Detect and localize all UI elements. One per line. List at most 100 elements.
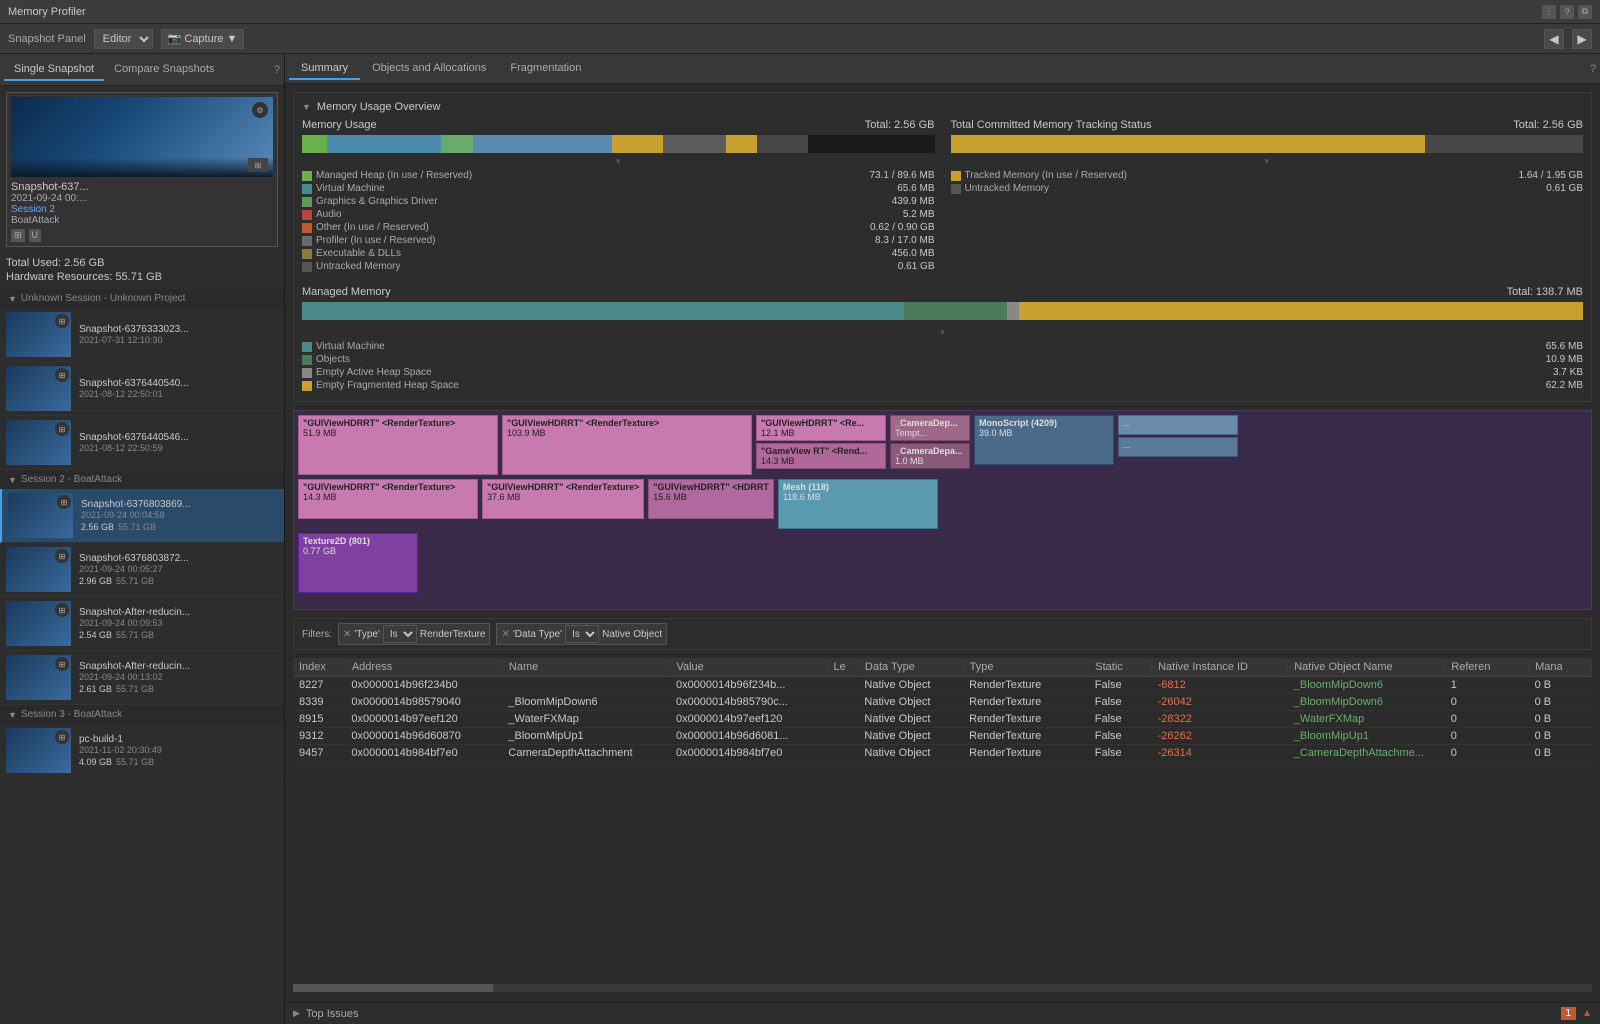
snapshot-date: 2021-09-24 00:09:53: [79, 618, 278, 628]
frag-block[interactable]: "GUIViewHDRRT" <Re... 12.1 MB: [756, 415, 886, 441]
featured-snapshot[interactable]: ⚙ ⊞ Snapshot-637... 2021-09-24 00:... Se…: [6, 92, 278, 247]
horizontal-scrollbar[interactable]: [293, 984, 1592, 992]
col-header-ref[interactable]: Referen: [1445, 658, 1529, 677]
list-item[interactable]: ⊞ Snapshot-6376803872... 2021-09-24 00:0…: [0, 543, 284, 597]
frag-label: "GUIViewHDRRT" <RenderTexture>: [507, 418, 747, 428]
filter-operator-2[interactable]: Is: [565, 625, 599, 643]
legend-value: 0.62 / 0.90 GB: [870, 222, 935, 233]
scrollbar-thumb[interactable]: [293, 984, 493, 992]
table-row[interactable]: 8227 0x0000014b96f234b0 0x0000014b96f234…: [293, 677, 1592, 694]
table-row[interactable]: 8339 0x0000014b98579040 _BloomMipDown6 0…: [293, 694, 1592, 711]
cell-nativeid[interactable]: -28322: [1152, 711, 1288, 728]
list-item[interactable]: ⊞ pc-build-1 2021-11-02 20:30:49 4.09 GB…: [0, 724, 284, 778]
frag-block[interactable]: "GUIViewHDRRT" <RenderTexture> 37.6 MB: [482, 479, 644, 519]
frag-mesh-block[interactable]: Mesh (118) 118.6 MB: [778, 479, 938, 529]
frag-texture-block[interactable]: Texture2D (801) 0.77 GB: [298, 533, 418, 593]
frag-block[interactable]: "GUIViewHDRRT" <RenderTexture> 51.9 MB: [298, 415, 498, 475]
top-issues-expand-icon[interactable]: ▶: [293, 1008, 300, 1019]
used-size: 4.09 GB: [79, 757, 112, 767]
settings-icon[interactable]: ⋮: [1542, 5, 1556, 19]
tab-objects-allocations[interactable]: Objects and Allocations: [360, 58, 498, 80]
col-header-le[interactable]: Le: [827, 658, 858, 677]
list-item[interactable]: ⊞ Snapshot-6376803869... 2021-09-24 00:0…: [0, 489, 284, 543]
frag-block[interactable]: _CameraDep... Tempt...: [890, 415, 970, 441]
frag-mono-block[interactable]: MonoScript (4209) 39.0 MB: [974, 415, 1114, 465]
table-row[interactable]: 9312 0x0000014b96d60870 _BloomMipUp1 0x0…: [293, 728, 1592, 745]
snapshot-date: 2021-07-31 12:10:30: [79, 335, 278, 345]
col-header-datatype[interactable]: Data Type: [858, 658, 963, 677]
overview-title: Memory Usage Overview: [317, 101, 440, 113]
filter-remove-2[interactable]: ✕: [501, 629, 509, 640]
col-header-nativeid[interactable]: Native Instance ID: [1152, 658, 1288, 677]
filter-operator-1[interactable]: Is: [383, 625, 417, 643]
session-header-unknown[interactable]: ▼ Unknown Session - Unknown Project: [0, 289, 284, 308]
cell-mana: 0 B: [1529, 694, 1592, 711]
window-controls: ⋮ ? ⧉: [1542, 5, 1592, 19]
frag-block[interactable]: ...: [1118, 415, 1238, 435]
tab-summary[interactable]: Summary: [289, 58, 360, 80]
cell-mana: 0 B: [1529, 677, 1592, 694]
snapshot-thumb: ⊞: [6, 547, 71, 592]
cell-nativeid[interactable]: -26314: [1152, 745, 1288, 762]
frag-size: 1.0 MB: [895, 456, 965, 466]
tab-single-snapshot[interactable]: Single Snapshot: [4, 59, 104, 81]
frag-block[interactable]: _CameraDepa... 1.0 MB: [890, 443, 970, 469]
snapshot-thumb: ⊞: [6, 420, 71, 465]
frag-label: _CameraDepa...: [895, 446, 965, 456]
session-header-3[interactable]: ▼ Session 3 - BoatAttack: [0, 705, 284, 724]
overview-header: ▼ Memory Usage Overview: [302, 101, 1583, 113]
legend-empty-frag: Empty Fragmented Heap Space 62.2 MB: [302, 380, 1583, 391]
tab-compare-snapshots[interactable]: Compare Snapshots: [104, 59, 224, 81]
list-item[interactable]: ⊞ Snapshot-After-reducin... 2021-09-24 0…: [0, 597, 284, 651]
frag-block[interactable]: "GUIViewHDRRT" <RenderTexture> 14.3 MB: [298, 479, 478, 519]
untracked-committed-bar: [1425, 135, 1583, 153]
os-icon: ⊞: [55, 368, 69, 382]
nav-back-button[interactable]: ◀: [1544, 29, 1564, 49]
content-help-icon[interactable]: ?: [1590, 63, 1596, 75]
frag-block[interactable]: "GUIViewHDRRT" <RenderTexture> 103.9 MB: [502, 415, 752, 475]
left-panel: Single Snapshot Compare Snapshots ? ⚙ ⊞ …: [0, 54, 285, 1024]
col-header-mana[interactable]: Mana: [1529, 658, 1592, 677]
popout-icon[interactable]: ⧉: [1578, 5, 1592, 19]
memory-usage-header: Memory Usage Total: 2.56 GB: [302, 119, 935, 131]
cell-nativeid[interactable]: -26042: [1152, 694, 1288, 711]
table-row[interactable]: 8915 0x0000014b97eef120 _WaterFXMap 0x00…: [293, 711, 1592, 728]
hw-size: 55.71 GB: [116, 757, 154, 767]
list-item[interactable]: ⊞ Snapshot-After-reducin... 2021-09-24 0…: [0, 651, 284, 705]
frag-block[interactable]: "GameView RT" <Rend... 14.3 MB: [756, 443, 886, 469]
cell-address: 0x0000014b96d60870: [345, 728, 502, 745]
editor-select[interactable]: Editor: [94, 29, 153, 49]
snapshot-name: Snapshot-After-reducin...: [79, 607, 278, 618]
empty-active-bar: [1007, 302, 1020, 320]
scroll-indicator: ▼: [302, 157, 935, 166]
col-header-name[interactable]: Name: [502, 658, 670, 677]
managed-memory-title: Managed Memory: [302, 286, 391, 298]
filter-remove-1[interactable]: ✕: [343, 629, 351, 640]
frag-block[interactable]: ...: [1118, 437, 1238, 457]
list-item[interactable]: ⊞ Snapshot-6376440540... 2021-08-12 22:5…: [0, 362, 284, 416]
col-header-nativename[interactable]: Native Object Name: [1288, 658, 1445, 677]
col-header-type[interactable]: Type: [963, 658, 1089, 677]
left-panel-help-icon[interactable]: ?: [274, 64, 280, 76]
cell-ref: 0: [1445, 694, 1529, 711]
section-collapse-icon[interactable]: ▼: [302, 102, 311, 112]
list-item[interactable]: ⊞ Snapshot-6376440546... 2021-08-12 22:5…: [0, 416, 284, 470]
cell-nativeid[interactable]: -26262: [1152, 728, 1288, 745]
nav-forward-button[interactable]: ▶: [1572, 29, 1592, 49]
table-row[interactable]: 9457 0x0000014b984bf7e0 CameraDepthAttac…: [293, 745, 1592, 762]
snapshot-date: 2021-09-24 00:05:27: [79, 564, 278, 574]
col-header-address[interactable]: Address: [345, 658, 502, 677]
frag-block[interactable]: "GUIViewHDRRT" <HDRRT 15.6 MB: [648, 479, 774, 519]
capture-button[interactable]: 📷 Capture ▼: [161, 29, 245, 49]
tab-fragmentation[interactable]: Fragmentation: [498, 58, 593, 80]
legend-value: 62.2 MB: [1546, 380, 1583, 391]
col-header-value[interactable]: Value: [670, 658, 827, 677]
col-header-index[interactable]: Index: [293, 658, 345, 677]
cell-mana: 0 B: [1529, 745, 1592, 762]
help-icon[interactable]: ?: [1560, 5, 1574, 19]
col-header-static[interactable]: Static: [1089, 658, 1152, 677]
frag-size: 0.77 GB: [303, 546, 413, 556]
cell-nativeid[interactable]: -6812: [1152, 677, 1288, 694]
session-header-2[interactable]: ▼ Session 2 - BoatAttack: [0, 470, 284, 489]
list-item[interactable]: ⊞ Snapshot-6376333023... 2021-07-31 12:1…: [0, 308, 284, 362]
